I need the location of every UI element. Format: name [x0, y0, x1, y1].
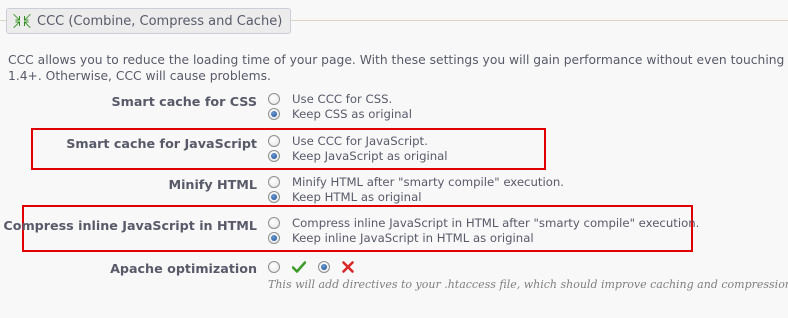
compress-inline-js-radio-keep[interactable] [268, 232, 280, 244]
compress-inline-js-option-keep-label: Keep inline JavaScript in HTML as origin… [292, 231, 534, 245]
smart-cache-css-label: Smart cache for CSS [111, 94, 257, 109]
minify-html-option-keep[interactable]: Keep HTML as original [268, 190, 422, 204]
smart-cache-css-option-keep-label: Keep CSS as original [292, 107, 412, 121]
smart-cache-js-option-keep[interactable]: Keep JavaScript as original [268, 149, 448, 163]
minify-html-radio-keep[interactable] [268, 191, 280, 203]
minify-html-radio-use[interactable] [268, 176, 280, 188]
minify-html-option-use[interactable]: Minify HTML after "smarty compile" execu… [268, 175, 564, 189]
intro-line-2: 1.4+. Otherwise, CCC will cause problems… [8, 69, 271, 83]
smart-cache-js-option-use[interactable]: Use CCC for JavaScript. [268, 134, 428, 148]
apache-optimization-options [268, 259, 366, 275]
cross-icon[interactable] [342, 261, 354, 273]
smart-cache-js-option-keep-label: Keep JavaScript as original [292, 149, 448, 163]
minify-html-option-use-label: Minify HTML after "smarty compile" execu… [292, 175, 564, 189]
smart-cache-css-option-use-label: Use CCC for CSS. [292, 92, 393, 106]
intro-text: CCC allows you to reduce the loading tim… [8, 52, 788, 84]
apache-optimization-hint: This will add directives to your .htacce… [268, 278, 788, 291]
compress-arrows-icon [13, 13, 31, 29]
smart-cache-css-radio-use[interactable] [268, 93, 280, 105]
smart-cache-js-label: Smart cache for JavaScript [66, 136, 257, 151]
smart-cache-js-option-use-label: Use CCC for JavaScript. [292, 134, 428, 148]
smart-cache-css-option-keep[interactable]: Keep CSS as original [268, 107, 412, 121]
apache-radio-yes[interactable] [268, 261, 280, 273]
compress-inline-js-option-use-label: Compress inline JavaScript in HTML after… [292, 216, 700, 230]
intro-line-1: CCC allows you to reduce the loading tim… [8, 53, 788, 67]
section-legend: CCC (Combine, Compress and Cache) [6, 8, 292, 34]
apache-optimization-label: Apache optimization [110, 261, 257, 276]
minify-html-label: Minify HTML [168, 177, 257, 192]
smart-cache-js-radio-use[interactable] [268, 135, 280, 147]
smart-cache-css-radio-keep[interactable] [268, 108, 280, 120]
compress-inline-js-radio-use[interactable] [268, 217, 280, 229]
compress-inline-js-option-keep[interactable]: Keep inline JavaScript in HTML as origin… [268, 231, 534, 245]
compress-inline-js-option-use[interactable]: Compress inline JavaScript in HTML after… [268, 216, 699, 230]
section-title: CCC (Combine, Compress and Cache) [37, 13, 283, 29]
smart-cache-js-radio-keep[interactable] [268, 150, 280, 162]
check-icon[interactable] [292, 261, 306, 273]
smart-cache-css-option-use[interactable]: Use CCC for CSS. [268, 92, 392, 106]
apache-radio-no[interactable] [318, 261, 330, 273]
compress-inline-js-label: Compress inline JavaScript in HTML [3, 218, 257, 233]
minify-html-option-keep-label: Keep HTML as original [292, 190, 422, 204]
